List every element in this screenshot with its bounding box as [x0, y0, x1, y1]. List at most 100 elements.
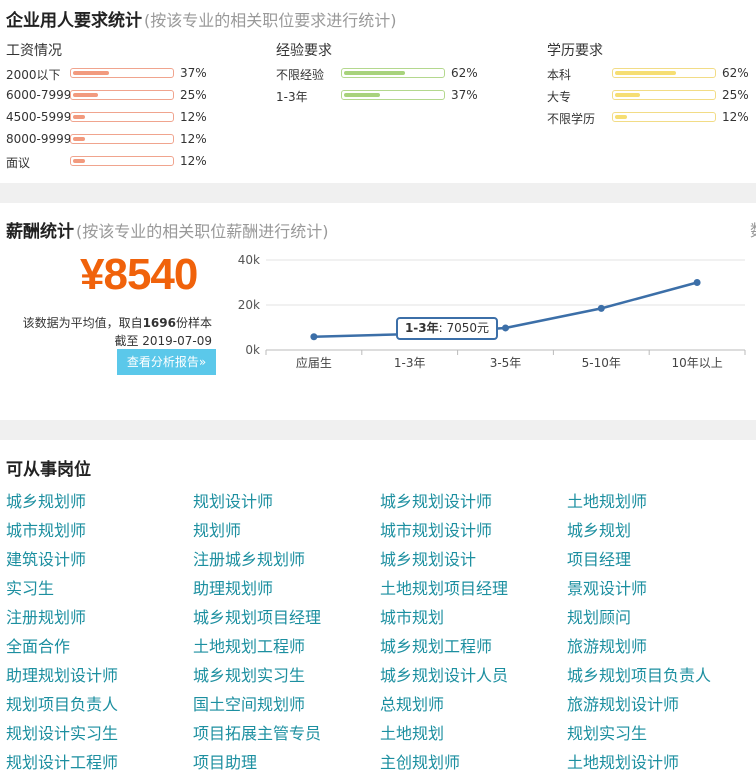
job-link[interactable]: 规划项目负责人 — [6, 691, 118, 715]
stat-label: 6000-7999 — [6, 88, 72, 102]
stat-row: 大专 25% — [547, 88, 756, 104]
stat-label: 不限经验 — [276, 68, 325, 82]
job-link[interactable]: 规划实习生 — [567, 720, 647, 744]
view-report-button[interactable]: 查看分析报告» — [117, 349, 216, 375]
section-divider — [0, 183, 756, 203]
requirements-subtitle: (按该专业的相关职位要求进行统计) — [144, 11, 397, 30]
job-link[interactable]: 土地规划项目经理 — [380, 575, 508, 599]
job-link[interactable]: 城乡规划项目经理 — [193, 604, 321, 628]
job-link[interactable]: 主创规划师 — [380, 749, 460, 773]
stat-bar-fill — [344, 71, 405, 75]
average-salary: ¥8540 — [80, 250, 198, 299]
requirements-section-title: 企业用人要求统计 (按该专业的相关职位要求进行统计) — [6, 6, 397, 31]
stat-percent: 12% — [180, 110, 207, 124]
job-link[interactable]: 城乡规划项目负责人 — [567, 662, 711, 686]
job-link[interactable]: 土地规划师 — [567, 488, 647, 512]
stat-percent: 25% — [180, 88, 207, 102]
salary-stats-title: 薪酬统计 — [6, 222, 74, 242]
job-link[interactable]: 城乡规划设计师 — [380, 488, 492, 512]
stat-bar-fill — [73, 115, 85, 119]
job-link[interactable]: 项目助理 — [193, 749, 257, 773]
job-link[interactable]: 土地规划设计师 — [567, 749, 679, 773]
job-link[interactable]: 助理规划设计师 — [6, 662, 118, 686]
job-link[interactable]: 规划设计实习生 — [6, 720, 118, 744]
job-link[interactable]: 注册规划师 — [6, 604, 86, 628]
stat-label: 2000以下 — [6, 68, 61, 82]
stat-label: 面议 — [6, 156, 31, 170]
salary-note-suffix: 份样本 — [175, 316, 212, 330]
experience-column-title: 经验要求 — [276, 43, 332, 59]
job-link[interactable]: 实习生 — [6, 575, 54, 599]
job-link[interactable]: 国土空间规划师 — [193, 691, 305, 715]
job-link[interactable]: 城乡规划设计人员 — [380, 662, 508, 686]
education-column-title: 学历要求 — [547, 43, 603, 59]
job-link[interactable]: 全面合作 — [6, 633, 70, 657]
data-point — [597, 304, 605, 312]
stat-percent: 25% — [722, 88, 749, 102]
job-link[interactable]: 规划设计师 — [193, 488, 273, 512]
job-link[interactable]: 旅游规划设计师 — [567, 691, 679, 715]
job-link[interactable]: 土地规划工程师 — [193, 633, 305, 657]
job-link[interactable]: 旅游规划师 — [567, 633, 647, 657]
x-tick-label: 3-5年 — [490, 356, 522, 370]
stat-label: 1-3年 — [276, 90, 308, 104]
stat-row: 不限学历 12% — [547, 110, 756, 126]
stat-row: 8000-9999 12% — [6, 132, 214, 148]
stat-percent: 12% — [180, 132, 207, 146]
x-tick-label: 5-10年 — [582, 356, 621, 370]
stat-bar-fill — [615, 115, 627, 119]
data-point — [310, 333, 318, 341]
data-point — [693, 279, 701, 286]
job-link[interactable]: 城市规划设计师 — [380, 517, 492, 541]
job-link[interactable]: 景观设计师 — [567, 575, 647, 599]
stat-row: 本科 62% — [547, 66, 756, 82]
stat-row: 不限经验 62% — [276, 66, 485, 82]
job-link[interactable]: 建筑设计师 — [6, 546, 86, 570]
stat-bar-fill — [73, 71, 110, 75]
salary-date: 截至 2019-07-09 — [114, 334, 212, 348]
job-link[interactable]: 项目拓展主管专员 — [193, 720, 321, 744]
job-link[interactable]: 总规划师 — [380, 691, 444, 715]
job-link[interactable]: 规划设计工程师 — [6, 749, 118, 773]
job-link[interactable]: 城乡规划师 — [6, 488, 86, 512]
job-link[interactable]: 土地规划 — [380, 720, 444, 744]
stat-bar-fill — [344, 93, 381, 97]
stat-bar — [70, 134, 174, 144]
x-tick-label: 10年以上 — [671, 356, 722, 370]
stat-percent: 62% — [451, 66, 478, 80]
stat-label: 8000-9999 — [6, 132, 72, 146]
stat-percent: 12% — [180, 154, 207, 168]
job-link[interactable]: 助理规划师 — [193, 575, 273, 599]
job-link[interactable]: 城乡规划工程师 — [380, 633, 492, 657]
salary-note: 该数据为平均值，取自1696份样本 — [23, 314, 212, 331]
stat-label: 大专 — [547, 90, 572, 104]
salary-section-title: 薪酬统计 (按该专业的相关职位薪酬进行统计) — [6, 217, 329, 242]
stat-bar — [70, 156, 174, 166]
stat-row: 1-3年 37% — [276, 88, 485, 104]
stat-bar — [341, 68, 445, 78]
job-link[interactable]: 城市规划师 — [6, 517, 86, 541]
data-point — [502, 324, 509, 332]
job-link[interactable]: 城市规划 — [380, 604, 444, 628]
stat-bar — [612, 112, 716, 122]
job-link[interactable]: 项目经理 — [567, 546, 631, 570]
sample-count: 1696 — [142, 316, 176, 330]
job-link[interactable]: 规划顾问 — [567, 604, 631, 628]
stat-percent: 12% — [722, 110, 749, 124]
stat-label: 不限学历 — [547, 112, 596, 126]
job-link[interactable]: 城乡规划设计 — [380, 546, 476, 570]
salary-note-prefix: 该数据为平均值，取自 — [22, 316, 143, 330]
y-tick-label: 40k — [238, 253, 260, 267]
job-link[interactable]: 注册城乡规划师 — [193, 546, 305, 570]
stat-percent: 37% — [451, 88, 478, 102]
job-link[interactable]: 规划师 — [193, 517, 241, 541]
y-tick-label: 20k — [238, 298, 260, 312]
stat-bar — [612, 90, 716, 100]
stat-bar — [70, 90, 174, 100]
stat-percent: 62% — [722, 66, 749, 80]
x-tick-label: 应届生 — [296, 355, 332, 370]
stat-label: 4500-5999 — [6, 110, 72, 124]
requirements-title: 企业用人要求统计 — [6, 11, 142, 31]
job-link[interactable]: 城乡规划 — [567, 517, 631, 541]
job-link[interactable]: 城乡规划实习生 — [193, 662, 305, 686]
